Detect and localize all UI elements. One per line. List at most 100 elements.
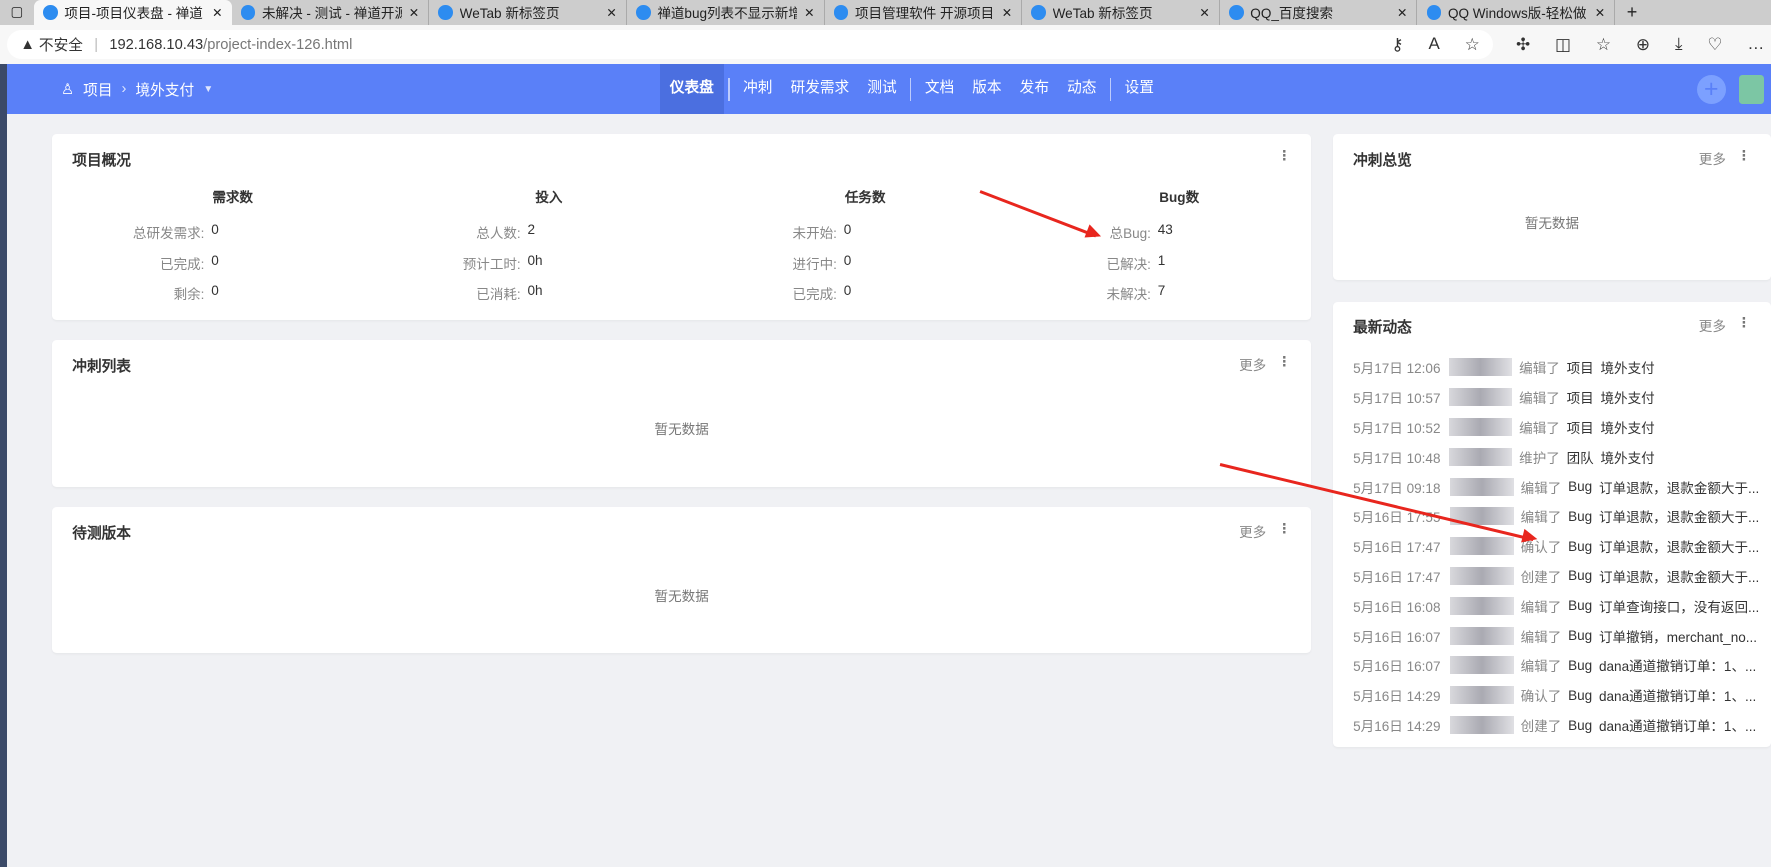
dynamic-object-link[interactable]: dana通道撤销订单：1、... [1599, 685, 1760, 705]
tab-favicon-icon [1228, 5, 1244, 20]
more-icon[interactable]: … [1747, 34, 1764, 55]
dynamic-object-link[interactable]: 订单退款，退款金额大于... [1599, 506, 1760, 526]
stat-value[interactable]: 7 [1151, 283, 1166, 313]
close-tab-icon[interactable]: ✕ [1002, 5, 1012, 20]
nav-item[interactable]: 文档 [916, 64, 963, 114]
dynamic-object-link[interactable]: 订单退款，退款金额大于... [1599, 566, 1760, 586]
dynamic-object-link[interactable]: dana通道撤销订单：1、... [1599, 655, 1760, 675]
dynamic-time: 5月17日 09:18 [1353, 480, 1441, 496]
stat-value[interactable]: 1 [1151, 253, 1166, 283]
overview-column: 投入 总人数: 2 预计工时: 0h 已消耗: 0h [368, 186, 684, 313]
close-tab-icon[interactable]: ✕ [409, 5, 419, 20]
more-link[interactable]: 更多 [1699, 148, 1726, 168]
stat-value[interactable]: 0h [521, 253, 542, 283]
dynamic-action: 编辑了 [1519, 391, 1560, 407]
sprint-overview-card: 冲刺总览 更多 ⋮ 暂无数据 [1332, 134, 1771, 281]
url-bar[interactable]: ▲ 不安全 | 192.168.10.43 /project-index-126… [6, 29, 1494, 60]
stat-value[interactable]: 2 [521, 222, 535, 252]
more-link[interactable]: 更多 [1699, 315, 1726, 335]
more-options-icon[interactable]: ⋮ [1277, 521, 1291, 541]
empty-text: 暂无数据 [654, 589, 709, 605]
empty-text: 暂无数据 [1524, 216, 1580, 232]
split-screen-icon[interactable]: ◫ [1555, 34, 1571, 55]
more-link[interactable]: 更多 [1239, 521, 1266, 541]
project-switcher[interactable]: 境外支付 [135, 79, 194, 100]
stat-value[interactable]: 0 [837, 222, 852, 252]
dynamic-object-link[interactable]: 订单撤销，merchant_no... [1599, 626, 1760, 646]
stat-row: 已解决: 1 [998, 253, 1314, 283]
more-options-icon[interactable]: ⋮ [1277, 148, 1291, 164]
more-options-icon[interactable]: ⋮ [1277, 354, 1291, 374]
stat-label: 已消耗: [476, 287, 521, 303]
nav-item[interactable]: 测试 [858, 64, 905, 114]
dynamic-object-link[interactable]: 境外支付 [1600, 357, 1759, 377]
app-icon[interactable] [1739, 74, 1765, 104]
dynamic-type: 项目 [1566, 391, 1594, 407]
nav-item[interactable]: 版本 [963, 64, 1010, 114]
dynamic-object-link[interactable]: 境外支付 [1600, 417, 1759, 437]
create-button[interactable]: + [1696, 74, 1726, 104]
dynamic-object-link[interactable]: 境外支付 [1600, 387, 1759, 407]
dynamic-object-link[interactable]: 订单退款，退款金额大于... [1599, 477, 1760, 497]
stat-value[interactable]: 0 [204, 283, 219, 313]
stat-value[interactable]: 0 [837, 283, 852, 313]
dynamic-item: 5月16日 16:07 编辑了 Bug dana通道撤销订单：1、... [1353, 651, 1760, 681]
stat-value[interactable]: 0h [521, 283, 542, 313]
nav-item[interactable]: 冲刺 [734, 64, 781, 114]
close-tab-icon[interactable]: ✕ [1397, 5, 1407, 20]
empty-text: 暂无数据 [654, 421, 709, 437]
nav-item[interactable]: 仪表盘 [659, 64, 724, 115]
dynamic-object-link[interactable]: dana通道撤销订单：1、... [1599, 715, 1760, 735]
nav-item[interactable]: 研发需求 [782, 64, 859, 114]
stat-value[interactable]: 43 [1151, 222, 1173, 252]
more-link[interactable]: 更多 [1239, 354, 1266, 374]
tab-actions-icon[interactable]: ▢ [0, 4, 34, 20]
browser-tab[interactable]: QQ Windows版-轻松做自 ✕ [1417, 0, 1616, 25]
browser-tab[interactable]: 项目管理软件 开源项目管 ✕ [825, 0, 1023, 25]
nav-item[interactable]: 动态 [1058, 64, 1105, 114]
dynamic-time: 5月16日 16:07 [1353, 659, 1441, 675]
stat-row: 进行中: 0 [684, 253, 1000, 283]
nav-item[interactable]: 设置 [1116, 64, 1163, 114]
collections-icon[interactable]: ⊕ [1636, 34, 1650, 55]
stat-value[interactable]: 0 [204, 253, 219, 283]
dynamic-action: 编辑了 [1520, 510, 1562, 526]
favorite-star-icon[interactable]: ☆ [1465, 34, 1480, 55]
key-icon[interactable]: ⚷ [1391, 34, 1403, 55]
latest-dynamics-card: 最新动态 更多 ⋮ 5月17日 12:06 编辑了 项目 境外支付 5月17日 10:57… [1332, 301, 1771, 747]
stat-value[interactable]: 0 [204, 222, 219, 252]
browser-tab[interactable]: 禅道bug列表不显示新增 ✕ [627, 0, 825, 25]
close-tab-icon[interactable]: ✕ [1595, 5, 1605, 20]
stat-value[interactable]: 0 [837, 253, 852, 283]
dynamic-action: 编辑了 [1520, 659, 1562, 675]
health-icon[interactable]: ♡ [1707, 34, 1722, 55]
breadcrumb-root[interactable]: 项目 [83, 79, 112, 100]
close-tab-icon[interactable]: ✕ [1199, 5, 1209, 20]
dynamic-object-link[interactable]: 订单退款，退款金额大于... [1599, 536, 1760, 556]
new-tab-button[interactable]: + [1615, 2, 1649, 23]
browser-tab[interactable]: QQ_百度搜索 ✕ [1220, 0, 1418, 25]
browser-tab[interactable]: WeTab 新标签页 ✕ [429, 0, 627, 25]
extensions-icon[interactable]: ✣ [1516, 34, 1530, 55]
more-options-icon[interactable]: ⋮ [1737, 315, 1751, 335]
caret-down-icon[interactable]: ▼ [203, 84, 213, 95]
close-tab-icon[interactable]: ✕ [606, 5, 616, 20]
close-tab-icon[interactable]: ✕ [804, 5, 814, 20]
browser-tab[interactable]: 未解决 - 测试 - 禅道开源 ✕ [232, 0, 430, 25]
dynamic-time: 5月16日 16:08 [1353, 599, 1441, 615]
favorites-icon[interactable]: ☆ [1596, 34, 1611, 55]
stat-row: 未解决: 7 [998, 283, 1314, 313]
more-options-icon[interactable]: ⋮ [1737, 148, 1751, 168]
nav-item[interactable]: 发布 [1011, 64, 1058, 114]
card-title: 项目概况 [72, 153, 131, 170]
read-aloud-icon[interactable]: A [1429, 34, 1440, 55]
browser-tab[interactable]: 项目-项目仪表盘 - 禅道 ✕ [33, 0, 232, 25]
browser-tab[interactable]: WeTab 新标签页 ✕ [1022, 0, 1220, 25]
close-tab-icon[interactable]: ✕ [212, 5, 222, 20]
blurred-user [1448, 447, 1513, 466]
tab-favicon-icon [635, 5, 651, 20]
downloads-icon[interactable]: ⤓ [1675, 34, 1683, 55]
dynamic-object-link[interactable]: 订单查询接口，没有返回... [1599, 596, 1760, 616]
dynamic-object-link[interactable]: 境外支付 [1600, 447, 1759, 467]
tab-favicon-icon [438, 5, 453, 20]
